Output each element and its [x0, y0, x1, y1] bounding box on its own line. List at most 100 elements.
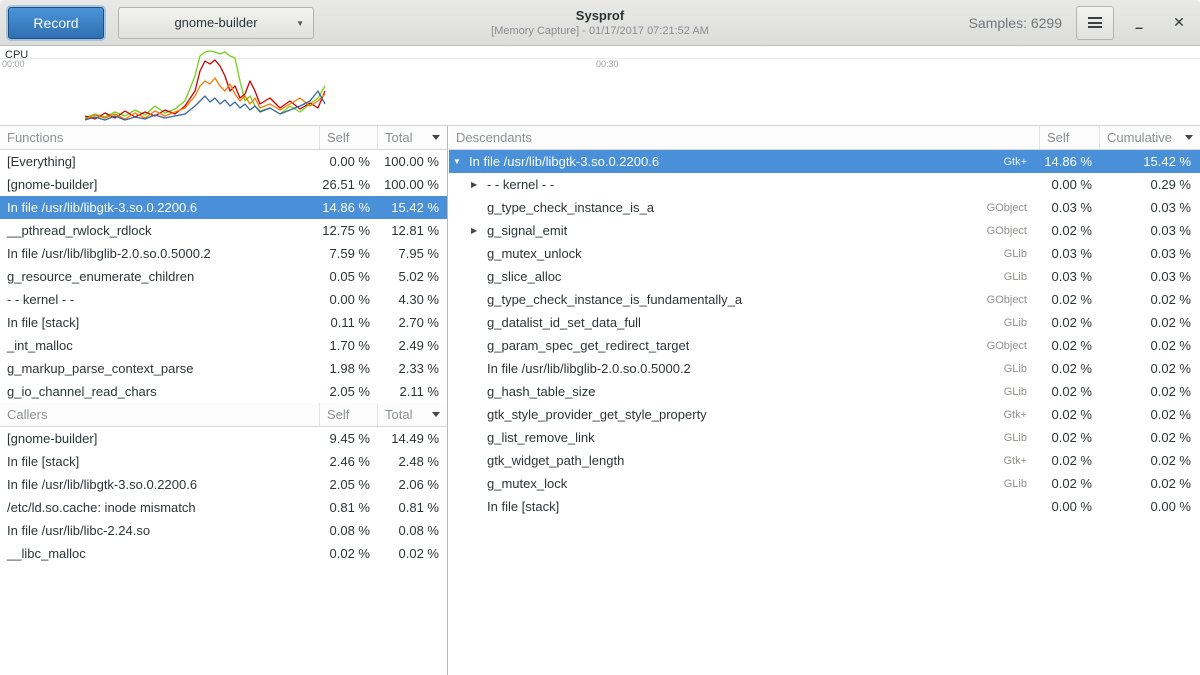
function-name: In file [stack] [0, 454, 320, 469]
category-label: GObject [977, 202, 1033, 214]
descendant-name: g_list_remove_link [487, 430, 595, 445]
category-label: GLib [994, 432, 1033, 444]
function-name: In file /usr/lib/libc-2.24.so [0, 523, 320, 538]
cumulative-value: 0.02 % [1100, 407, 1200, 422]
self-value: 0.00 % [320, 292, 378, 307]
self-value: 7.59 % [320, 246, 378, 261]
tree-row[interactable]: ▶- - kernel - -0.00 %0.29 % [449, 173, 1200, 196]
record-button[interactable]: Record [8, 7, 104, 39]
close-button[interactable]: ✕ [1164, 6, 1194, 40]
tree-row[interactable]: g_hash_table_sizeGLib0.02 %0.02 % [449, 380, 1200, 403]
table-row[interactable]: In file /usr/lib/libc-2.24.so0.08 %0.08 … [0, 519, 447, 542]
chevron-down-icon: ▼ [296, 19, 304, 28]
tree-row[interactable]: g_mutex_lockGLib0.02 %0.02 % [449, 472, 1200, 495]
close-icon: ✕ [1173, 14, 1185, 31]
target-selector-dropdown[interactable]: gnome-builder ▼ [118, 7, 314, 39]
tree-row[interactable]: gtk_widget_path_lengthGtk+0.02 %0.02 % [449, 449, 1200, 472]
functions-rows: [Everything]0.00 %100.00 %[gnome-builder… [0, 150, 447, 403]
header-right-group: Samples: 6299 – ✕ [969, 6, 1194, 40]
table-row[interactable]: [gnome-builder]26.51 %100.00 % [0, 173, 447, 196]
tree-row[interactable]: g_list_remove_linkGLib0.02 %0.02 % [449, 426, 1200, 449]
function-name: __pthread_rwlock_rdlock [0, 223, 320, 238]
descendants-self-column-header[interactable]: Self [1040, 126, 1100, 149]
table-row[interactable]: g_resource_enumerate_children0.05 %5.02 … [0, 265, 447, 288]
tree-row[interactable]: gtk_style_provider_get_style_propertyGtk… [449, 403, 1200, 426]
expander-closed-icon[interactable]: ▶ [471, 226, 487, 235]
menu-button[interactable] [1076, 6, 1114, 40]
cumulative-column-label: Cumulative [1107, 130, 1172, 145]
callers-total-column-header[interactable]: Total [378, 403, 447, 426]
table-row[interactable]: In file /usr/lib/libglib-2.0.so.0.5000.2… [0, 242, 447, 265]
total-column-label: Total [385, 130, 412, 145]
table-row[interactable]: In file [stack]2.46 %2.48 % [0, 450, 447, 473]
descendant-name-cell: ▶g_signal_emitGObject [449, 223, 1040, 238]
table-row[interactable]: /etc/ld.so.cache: inode mismatch0.81 %0.… [0, 496, 447, 519]
descendant-name-cell: g_hash_table_sizeGLib [449, 384, 1040, 399]
tree-row[interactable]: g_mutex_unlockGLib0.03 %0.03 % [449, 242, 1200, 265]
table-row[interactable]: [Everything]0.00 %100.00 % [0, 150, 447, 173]
right-panel: Descendants Self Cumulative ▼In file /us… [449, 126, 1200, 675]
table-row[interactable]: g_io_channel_read_chars2.05 %2.11 % [0, 380, 447, 403]
self-value: 0.03 % [1040, 246, 1100, 261]
descendants-self-column-label: Self [1047, 130, 1069, 145]
tree-row[interactable]: In file /usr/lib/libglib-2.0.so.0.5000.2… [449, 357, 1200, 380]
category-label: Gtk+ [993, 409, 1033, 421]
functions-column-header[interactable]: Functions [0, 126, 320, 149]
descendant-name-cell: g_type_check_instance_is_aGObject [449, 200, 1040, 215]
descendants-table-header: Descendants Self Cumulative [449, 126, 1200, 150]
table-row[interactable]: In file /usr/lib/libgtk-3.so.0.2200.62.0… [0, 473, 447, 496]
cumulative-column-header[interactable]: Cumulative [1100, 126, 1200, 149]
self-value: 2.05 % [320, 384, 378, 399]
self-value: 0.02 % [1040, 453, 1100, 468]
tree-row[interactable]: g_slice_allocGLib0.03 %0.03 % [449, 265, 1200, 288]
table-row[interactable]: __libc_malloc0.02 %0.02 % [0, 542, 447, 565]
function-name: In file /usr/lib/libgtk-3.so.0.2200.6 [0, 477, 320, 492]
cumulative-value: 0.02 % [1100, 315, 1200, 330]
table-row[interactable]: In file [stack]0.11 %2.70 % [0, 311, 447, 334]
expander-open-icon[interactable]: ▼ [453, 157, 469, 166]
total-value: 0.08 % [378, 523, 447, 538]
self-value: 2.05 % [320, 477, 378, 492]
self-value: 0.02 % [1040, 292, 1100, 307]
self-value: 0.02 % [1040, 407, 1100, 422]
table-row[interactable]: __pthread_rwlock_rdlock12.75 %12.81 % [0, 219, 447, 242]
category-label: Gtk+ [993, 156, 1033, 168]
table-row[interactable]: g_markup_parse_context_parse1.98 %2.33 % [0, 357, 447, 380]
tree-row[interactable]: g_datalist_id_set_data_fullGLib0.02 %0.0… [449, 311, 1200, 334]
tree-row[interactable]: In file [stack]0.00 %0.00 % [449, 495, 1200, 518]
descendants-column-header[interactable]: Descendants [449, 126, 1040, 149]
tree-row[interactable]: ▼In file /usr/lib/libgtk-3.so.0.2200.6Gt… [449, 150, 1200, 173]
cumulative-value: 0.03 % [1100, 200, 1200, 215]
function-name: g_resource_enumerate_children [0, 269, 320, 284]
tree-row[interactable]: g_type_check_instance_is_fundamentally_a… [449, 288, 1200, 311]
tree-row[interactable]: g_type_check_instance_is_aGObject0.03 %0… [449, 196, 1200, 219]
table-row[interactable]: In file /usr/lib/libgtk-3.so.0.2200.614.… [0, 196, 447, 219]
tree-row[interactable]: ▶g_signal_emitGObject0.02 %0.03 % [449, 219, 1200, 242]
callers-self-column-header[interactable]: Self [320, 403, 378, 426]
category-label: GObject [977, 340, 1033, 352]
tree-row[interactable]: g_param_spec_get_redirect_targetGObject0… [449, 334, 1200, 357]
table-row[interactable]: [gnome-builder]9.45 %14.49 % [0, 427, 447, 450]
function-name: __libc_malloc [0, 546, 320, 561]
self-value: 0.00 % [320, 154, 378, 169]
self-value: 1.98 % [320, 361, 378, 376]
time-label-mid: 00:30 [596, 59, 619, 69]
callers-column-label: Callers [7, 407, 47, 422]
descendant-name: g_slice_alloc [487, 269, 561, 284]
self-value: 0.02 % [1040, 476, 1100, 491]
minimize-icon: – [1135, 19, 1143, 35]
descendant-name-cell: ▶- - kernel - - [449, 177, 1040, 192]
self-column-header[interactable]: Self [320, 126, 378, 149]
table-row[interactable]: - - kernel - -0.00 %4.30 % [0, 288, 447, 311]
total-column-header[interactable]: Total [378, 126, 447, 149]
cumulative-value: 0.03 % [1100, 223, 1200, 238]
callers-column-header[interactable]: Callers [0, 403, 320, 426]
expander-closed-icon[interactable]: ▶ [471, 180, 487, 189]
table-row[interactable]: _int_malloc1.70 %2.49 % [0, 334, 447, 357]
self-value: 0.02 % [320, 546, 378, 561]
total-value: 4.30 % [378, 292, 447, 307]
total-value: 5.02 % [378, 269, 447, 284]
descendant-name-cell: g_list_remove_link GLib [449, 430, 1040, 445]
minimize-button[interactable]: – [1124, 6, 1154, 40]
descendant-name: g_hash_table_size [487, 384, 595, 399]
